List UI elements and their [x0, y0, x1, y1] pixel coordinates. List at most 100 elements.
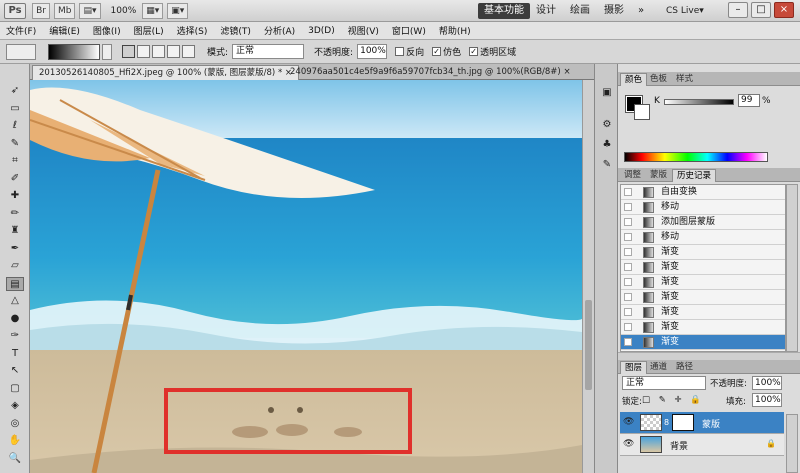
3d-rotate-icon[interactable]: ◈ [6, 399, 24, 413]
tab-history[interactable]: 历史记录 [672, 169, 717, 182]
k-channel-slider[interactable] [664, 99, 734, 105]
history-item[interactable]: 渐变 [621, 335, 785, 350]
menu-filter[interactable]: 滤镜(T) [220, 24, 251, 37]
history-item[interactable]: 渐变 [621, 305, 785, 320]
diamond-gradient-button[interactable] [182, 45, 195, 58]
maximize-button[interactable]: □ [751, 2, 771, 18]
minimize-button[interactable]: – [728, 2, 748, 18]
path-select-icon[interactable]: ↖ [6, 364, 24, 378]
gradient-icon[interactable]: ▤ [6, 276, 24, 291]
history-item[interactable]: 移动 [621, 200, 785, 215]
history-item[interactable]: 添加图层蒙版 [621, 215, 785, 230]
menu-select[interactable]: 选择(S) [177, 24, 208, 37]
history-brush-icon[interactable]: ✒ [6, 242, 24, 256]
pen-icon[interactable]: ✑ [6, 329, 24, 343]
history-scrollbar[interactable] [786, 184, 798, 352]
zoom-icon[interactable]: 🔍 [6, 452, 24, 466]
layer-mask-thumbnail[interactable] [672, 414, 694, 431]
tab-masks[interactable]: 蒙版 [646, 169, 671, 182]
blend-mode-select[interactable]: 正常 [622, 376, 706, 390]
history-source-checkbox[interactable] [624, 278, 632, 286]
clone-source-icon[interactable]: ♣ [599, 138, 615, 152]
zoom-level[interactable]: 100% [111, 6, 137, 16]
history-source-checkbox[interactable] [624, 263, 632, 271]
history-item[interactable]: 渐变 [621, 275, 785, 290]
blur-icon[interactable]: △ [6, 294, 24, 308]
lock-options-icons[interactable]: □ ✎ ✛ 🔒 [642, 395, 704, 405]
cs-live-button[interactable]: CS Live▾ [666, 3, 704, 19]
screen-mode-button[interactable]: ▣▾ [167, 2, 189, 19]
extras-dropdown[interactable]: ▤▾ [79, 2, 101, 19]
layer-opacity-input[interactable]: 100% [752, 376, 782, 390]
fill-input[interactable]: 100% [752, 393, 782, 407]
canvas-vertical-scrollbar[interactable] [582, 80, 594, 473]
eraser-icon[interactable]: ▱ [6, 259, 24, 273]
menu-image[interactable]: 图像(I) [93, 24, 121, 37]
doc-tab-active[interactable]: 20130526140805_Hfi2X.jpeg @ 100% (蒙版, 图层… [32, 65, 300, 80]
document-canvas[interactable] [30, 80, 582, 473]
gradient-picker-dropdown[interactable] [102, 43, 112, 60]
menu-help[interactable]: 帮助(H) [439, 24, 471, 37]
stamp-icon[interactable]: ♜ [6, 224, 24, 238]
hand-icon[interactable]: ✋ [6, 434, 24, 448]
layer-row-background[interactable]: 👁 背景 🔒 [620, 434, 784, 456]
arrange-docs-button[interactable]: ▦▾ [142, 2, 164, 19]
menu-file[interactable]: 文件(F) [6, 24, 36, 37]
history-source-checkbox[interactable] [624, 233, 632, 241]
reverse-checkbox[interactable] [395, 47, 405, 56]
angle-gradient-button[interactable] [152, 45, 165, 58]
history-source-checkbox[interactable] [624, 218, 632, 226]
lasso-icon[interactable]: ℓ [6, 119, 24, 133]
shape-icon[interactable]: ▢ [6, 382, 24, 396]
tool-presets-icon[interactable]: ✎ [599, 158, 615, 172]
tab-swatches[interactable]: 色板 [646, 73, 671, 86]
healing-icon[interactable]: ✚ [6, 189, 24, 203]
history-item[interactable]: 自由变换 [621, 185, 785, 200]
menu-window[interactable]: 窗口(W) [392, 24, 426, 37]
dodge-icon[interactable]: ● [6, 312, 24, 326]
quick-select-icon[interactable]: ✎ [6, 137, 24, 151]
menu-layer[interactable]: 图层(L) [134, 24, 164, 37]
mode-select[interactable]: 正常 [232, 44, 305, 59]
doc-tab-close-icon[interactable]: × [563, 67, 570, 77]
scrollbar-thumb[interactable] [585, 300, 592, 390]
visibility-eye-icon[interactable]: 👁 [623, 440, 634, 449]
history-source-checkbox[interactable] [624, 248, 632, 256]
tool-preset-picker[interactable] [6, 43, 36, 60]
3d-orbit-icon[interactable]: ◎ [6, 417, 24, 431]
color-spectrum-bar[interactable] [624, 152, 768, 162]
brush-icon[interactable]: ✏ [6, 207, 24, 221]
history-source-checkbox[interactable] [624, 188, 632, 196]
history-source-checkbox[interactable] [624, 338, 632, 346]
reflected-gradient-button[interactable] [167, 45, 180, 58]
tab-styles[interactable]: 样式 [672, 73, 697, 86]
doc-tab-second[interactable]: 240976aa501c4e5f9a9f6a59707fcb34_th.jpg … [284, 65, 577, 80]
tab-color[interactable]: 颜色 [620, 73, 648, 86]
bridge-button[interactable]: Br [32, 2, 50, 19]
history-item[interactable]: 渐变 [621, 320, 785, 335]
workspace-design[interactable]: 设计 [530, 3, 562, 19]
move-icon[interactable]: ➶ [6, 84, 24, 98]
workspace-more[interactable]: » [632, 3, 650, 19]
dither-checkbox[interactable]: ✓ [432, 47, 442, 56]
radial-gradient-button[interactable] [137, 45, 150, 58]
linear-gradient-button[interactable] [122, 45, 135, 58]
gradient-preview[interactable] [48, 43, 100, 60]
menu-3d[interactable]: 3D(D) [308, 26, 335, 36]
workspace-painting[interactable]: 绘画 [564, 3, 596, 19]
panel-toggle-icon[interactable]: ▣ [599, 86, 615, 100]
history-source-checkbox[interactable] [624, 293, 632, 301]
visibility-eye-icon[interactable]: 👁 [623, 418, 634, 427]
tab-paths[interactable]: 路径 [672, 361, 697, 374]
transparency-checkbox[interactable]: ✓ [469, 47, 479, 56]
history-source-checkbox[interactable] [624, 308, 632, 316]
layer-row-mask[interactable]: 👁 8 蒙版 [620, 412, 784, 434]
marquee-icon[interactable]: ▭ [6, 102, 24, 116]
menu-view[interactable]: 视图(V) [348, 24, 379, 37]
tab-layers[interactable]: 图层 [620, 361, 648, 374]
background-color-swatch[interactable] [634, 104, 650, 120]
menu-analysis[interactable]: 分析(A) [264, 24, 295, 37]
tab-channels[interactable]: 通道 [646, 361, 671, 374]
history-item[interactable]: 渐变 [621, 260, 785, 275]
crop-icon[interactable]: ⌗ [6, 154, 24, 168]
